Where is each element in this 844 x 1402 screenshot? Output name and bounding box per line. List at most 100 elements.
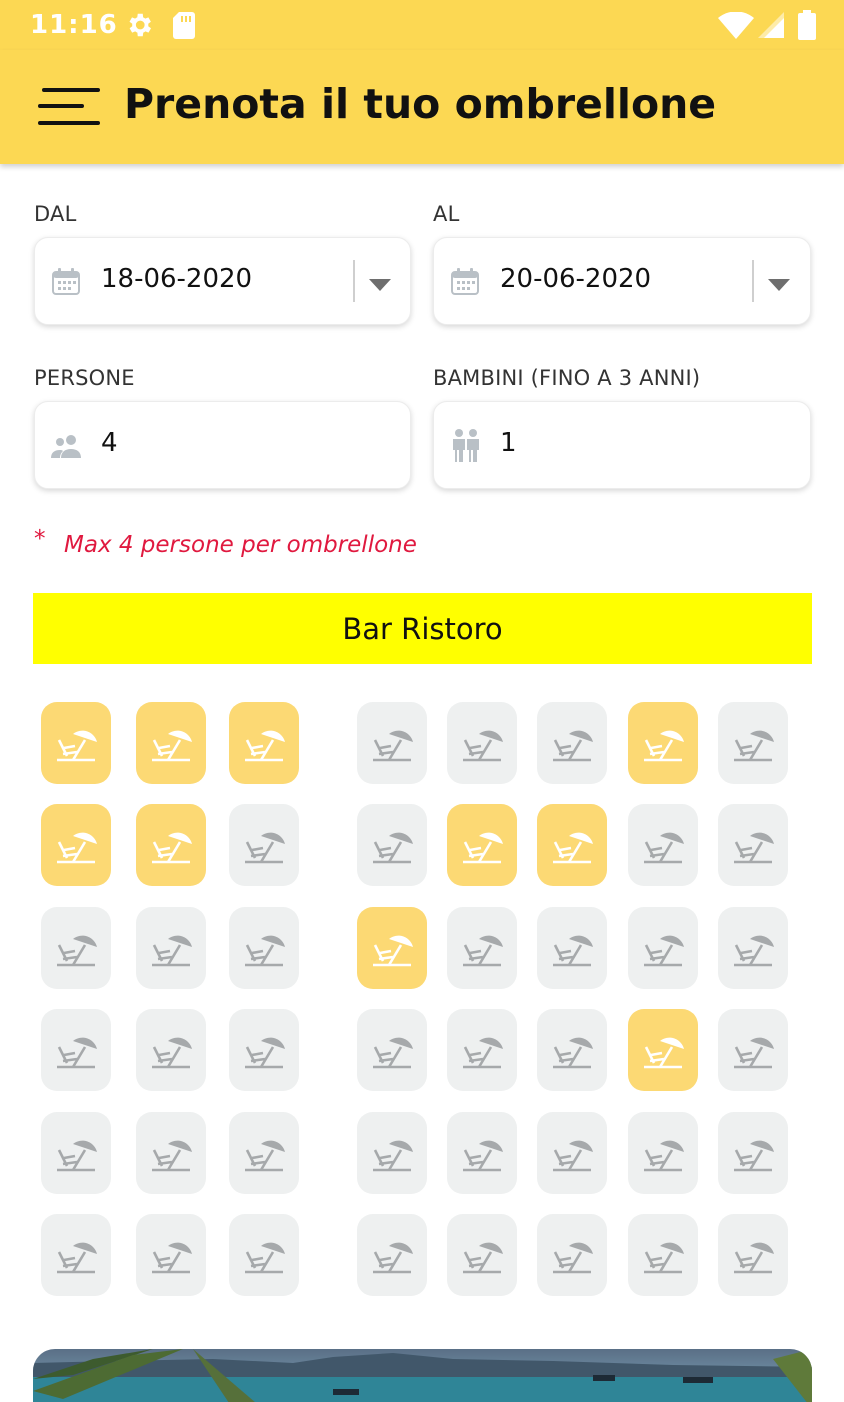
- umbrella-spot[interactable]: [357, 1112, 427, 1194]
- beach-umbrella-icon: [53, 1232, 99, 1278]
- umbrella-spot[interactable]: [718, 804, 788, 886]
- sd-card-icon: [172, 11, 196, 43]
- persone-input[interactable]: 4: [34, 401, 411, 489]
- beach-umbrella-icon: [369, 1130, 415, 1176]
- umbrella-spot[interactable]: [718, 1009, 788, 1091]
- umbrella-spot[interactable]: [537, 1214, 607, 1296]
- beach-umbrella-icon: [369, 925, 415, 971]
- bar-ristoro-banner: Bar Ristoro: [33, 593, 812, 664]
- beach-umbrella-icon: [730, 925, 776, 971]
- beach-umbrella-icon: [640, 925, 686, 971]
- umbrella-spot-selected[interactable]: [136, 702, 206, 784]
- umbrella-spot[interactable]: [537, 907, 607, 989]
- umbrella-spot-selected[interactable]: [357, 907, 427, 989]
- beach-umbrella-icon: [53, 822, 99, 868]
- umbrella-spot[interactable]: [537, 1112, 607, 1194]
- umbrella-spot[interactable]: [41, 1009, 111, 1091]
- umbrella-spot-selected[interactable]: [229, 702, 299, 784]
- beach-photo: [33, 1349, 812, 1402]
- umbrella-spot[interactable]: [357, 702, 427, 784]
- status-bar: 11:16: [0, 0, 844, 50]
- umbrella-spot[interactable]: [718, 1112, 788, 1194]
- beach-umbrella-icon: [730, 1232, 776, 1278]
- beach-umbrella-icon: [148, 1130, 194, 1176]
- beach-umbrella-icon: [241, 1232, 287, 1278]
- umbrella-spot-selected[interactable]: [136, 804, 206, 886]
- gear-icon: [124, 10, 154, 44]
- umbrella-spot[interactable]: [447, 1112, 517, 1194]
- chevron-down-icon[interactable]: [768, 276, 790, 295]
- umbrella-spot[interactable]: [229, 907, 299, 989]
- beach-umbrella-icon: [549, 720, 595, 766]
- beach-umbrella-icon: [369, 822, 415, 868]
- umbrella-spot[interactable]: [447, 1009, 517, 1091]
- umbrella-spot[interactable]: [229, 1112, 299, 1194]
- umbrella-spot[interactable]: [447, 1214, 517, 1296]
- umbrella-grid: [0, 0, 844, 1402]
- umbrella-spot[interactable]: [357, 1214, 427, 1296]
- persone-label: PERSONE: [34, 366, 135, 390]
- umbrella-spot[interactable]: [628, 1214, 698, 1296]
- battery-icon: [798, 10, 816, 44]
- umbrella-spot[interactable]: [229, 804, 299, 886]
- al-label: AL: [433, 202, 460, 226]
- beach-umbrella-icon: [459, 822, 505, 868]
- umbrella-spot[interactable]: [447, 702, 517, 784]
- umbrella-spot[interactable]: [357, 804, 427, 886]
- beach-umbrella-icon: [148, 1232, 194, 1278]
- umbrella-spot[interactable]: [537, 702, 607, 784]
- umbrella-spot[interactable]: [357, 1009, 427, 1091]
- beach-umbrella-icon: [459, 925, 505, 971]
- beach-umbrella-icon: [640, 1027, 686, 1073]
- umbrella-spot-selected[interactable]: [447, 804, 517, 886]
- umbrella-spot[interactable]: [229, 1009, 299, 1091]
- umbrella-spot-selected[interactable]: [41, 804, 111, 886]
- chevron-down-icon[interactable]: [369, 276, 391, 295]
- umbrella-spot[interactable]: [41, 1112, 111, 1194]
- umbrella-spot[interactable]: [229, 1214, 299, 1296]
- umbrella-spot-selected[interactable]: [41, 702, 111, 784]
- hamburger-menu-icon[interactable]: [36, 84, 102, 130]
- children-icon: [450, 428, 482, 466]
- umbrella-spot[interactable]: [628, 1112, 698, 1194]
- beach-umbrella-icon: [730, 822, 776, 868]
- note-text: Max 4 persone per ombrellone: [64, 532, 417, 558]
- umbrella-spot[interactable]: [718, 702, 788, 784]
- umbrella-spot[interactable]: [41, 1214, 111, 1296]
- umbrella-spot[interactable]: [718, 907, 788, 989]
- beach-umbrella-icon: [53, 1130, 99, 1176]
- beach-umbrella-icon: [459, 1027, 505, 1073]
- umbrella-spot[interactable]: [136, 1009, 206, 1091]
- beach-umbrella-icon: [148, 822, 194, 868]
- beach-umbrella-icon: [549, 1232, 595, 1278]
- umbrella-spot-selected[interactable]: [628, 702, 698, 784]
- divider: [353, 260, 355, 302]
- bambini-input[interactable]: 1: [433, 401, 811, 489]
- umbrella-spot[interactable]: [628, 907, 698, 989]
- umbrella-spot[interactable]: [537, 1009, 607, 1091]
- umbrella-spot[interactable]: [447, 907, 517, 989]
- beach-umbrella-icon: [241, 822, 287, 868]
- calendar-icon: [450, 268, 480, 300]
- umbrella-spot[interactable]: [718, 1214, 788, 1296]
- beach-umbrella-icon: [53, 720, 99, 766]
- signal-icon: [758, 12, 784, 42]
- beach-umbrella-icon: [549, 925, 595, 971]
- beach-umbrella-icon: [640, 720, 686, 766]
- umbrella-spot-selected[interactable]: [628, 1009, 698, 1091]
- umbrella-spot[interactable]: [136, 1214, 206, 1296]
- beach-umbrella-icon: [369, 720, 415, 766]
- umbrella-spot-selected[interactable]: [537, 804, 607, 886]
- umbrella-spot[interactable]: [136, 907, 206, 989]
- beach-umbrella-icon: [549, 1130, 595, 1176]
- umbrella-spot[interactable]: [41, 907, 111, 989]
- beach-umbrella-icon: [640, 822, 686, 868]
- al-date-picker[interactable]: 20-06-2020: [433, 237, 811, 325]
- umbrella-spot[interactable]: [628, 804, 698, 886]
- required-star: *: [34, 526, 46, 552]
- beach-umbrella-icon: [459, 720, 505, 766]
- beach-umbrella-icon: [241, 720, 287, 766]
- umbrella-spot[interactable]: [136, 1112, 206, 1194]
- dal-date-picker[interactable]: 18-06-2020: [34, 237, 411, 325]
- beach-umbrella-icon: [549, 822, 595, 868]
